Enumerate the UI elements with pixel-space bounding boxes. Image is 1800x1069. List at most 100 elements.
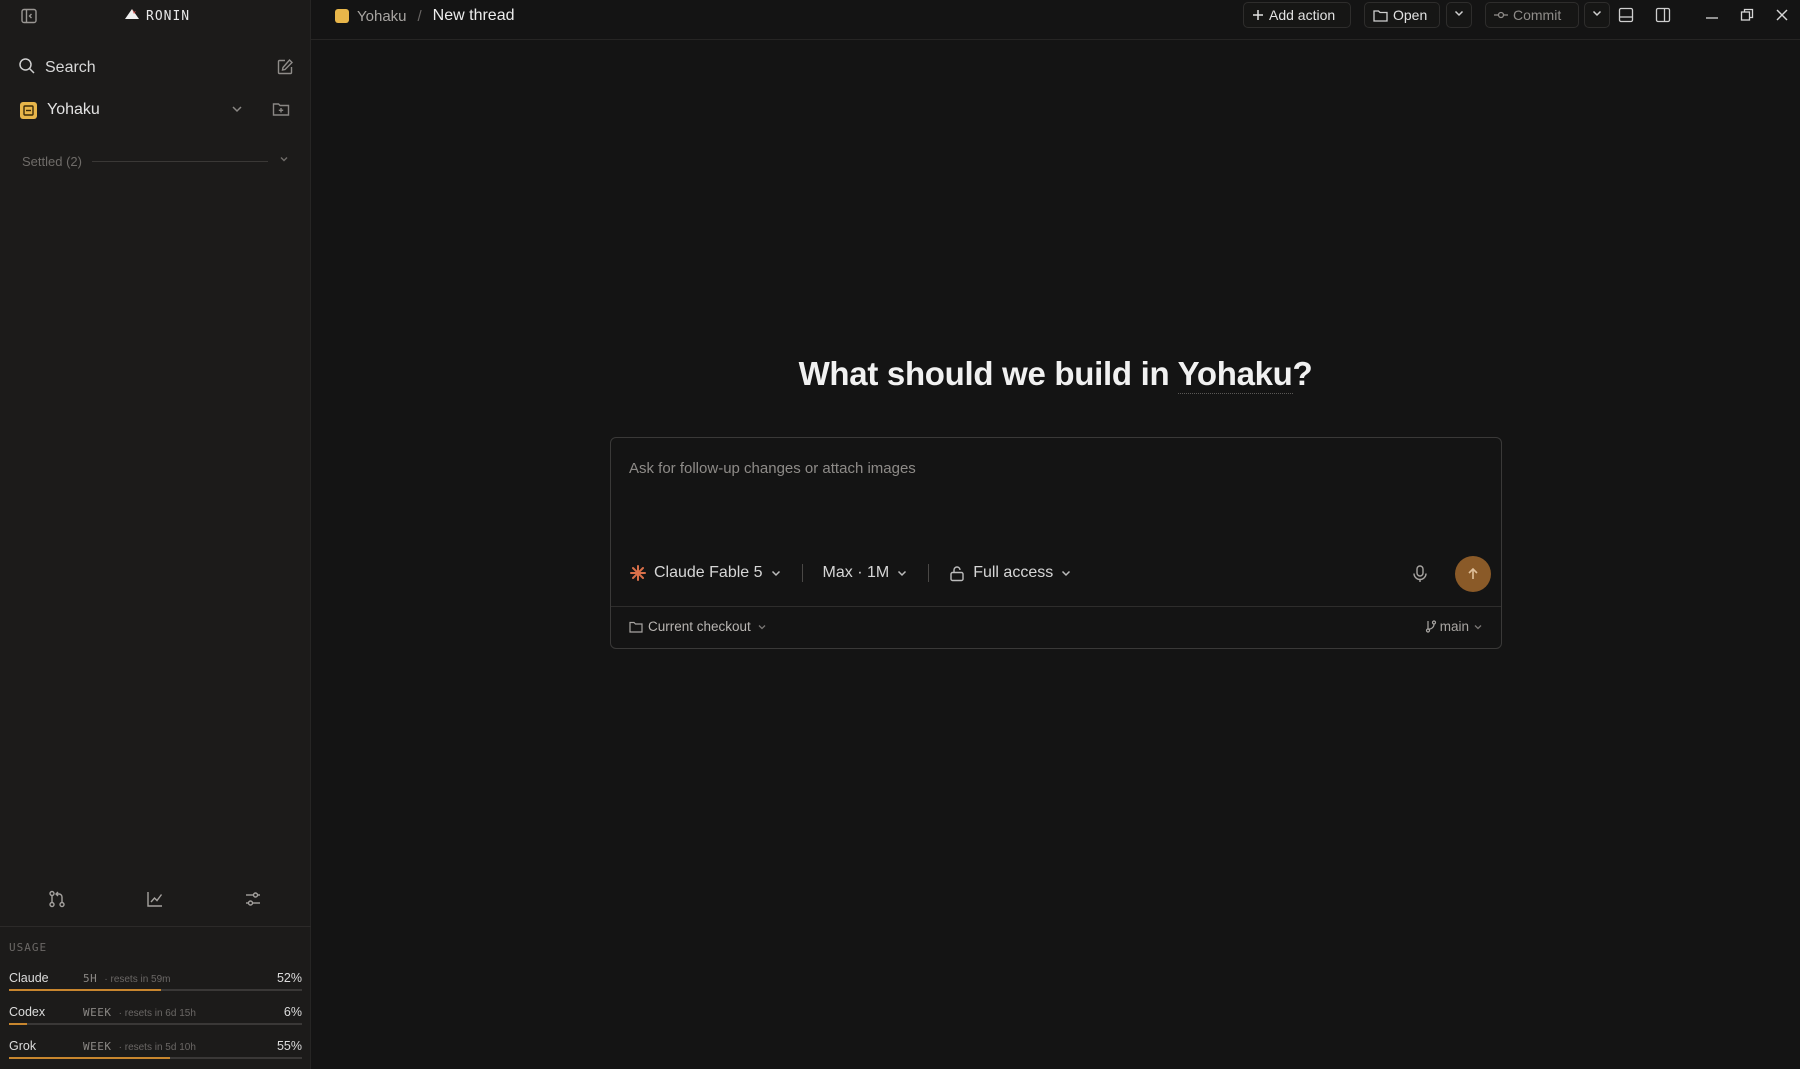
- access-label: Full access: [973, 564, 1054, 581]
- git-commit-icon: [1494, 10, 1508, 20]
- toggle-right-panel-icon[interactable]: [1654, 6, 1672, 24]
- checkout-label: Current checkout: [648, 619, 751, 634]
- sidebar-header: RONIN: [0, 0, 311, 32]
- composer-footer: Current checkout main: [611, 606, 1501, 649]
- git-pull-request-icon[interactable]: [47, 889, 67, 909]
- breadcrumb-project[interactable]: Yohaku: [357, 8, 407, 25]
- add-action-label: Add action: [1269, 7, 1336, 23]
- toggle-bottom-panel-icon[interactable]: [1617, 6, 1635, 24]
- usage-name: Grok: [9, 1039, 37, 1053]
- chevron-down-icon: [896, 567, 908, 579]
- usage-reset: · resets in 6d 15h: [118, 1008, 196, 1019]
- project-name: Yohaku: [47, 101, 100, 118]
- plus-icon: [1252, 9, 1264, 21]
- folder-icon: [1373, 9, 1388, 22]
- add-action-button[interactable]: Add action: [1243, 2, 1351, 28]
- model-label: Claude Fable 5: [654, 564, 763, 581]
- section-label: Settled (2): [22, 153, 82, 169]
- usage-window: WEEK · resets in 6d 15h: [83, 1006, 196, 1019]
- new-thread-icon[interactable]: [276, 58, 294, 76]
- close-icon[interactable]: [1773, 6, 1791, 24]
- chevron-down-icon: [278, 152, 290, 170]
- branch-label: main: [1439, 619, 1469, 634]
- usage-row-grok: Grok WEEK · resets in 5d 10h 55%: [9, 1035, 302, 1061]
- usage-reset: · resets in 5d 10h: [118, 1042, 196, 1053]
- branch-selector[interactable]: main: [1425, 619, 1483, 634]
- lock-open-icon: [949, 565, 965, 582]
- usage-panel: USAGE Claude 5H · resets in 59m 52% Code…: [0, 926, 311, 1069]
- chevron-down-icon[interactable]: [230, 102, 244, 121]
- prompt-input[interactable]: [629, 460, 1479, 500]
- brand: RONIN: [124, 6, 190, 26]
- heading-prefix: What should we build in: [798, 355, 1178, 392]
- project-badge-icon: [335, 9, 349, 23]
- open-label: Open: [1393, 7, 1428, 23]
- composer: Claude Fable 5 Max · 1M Full access: [610, 437, 1502, 649]
- project-badge-icon: [20, 101, 37, 119]
- chevron-down-icon: [1060, 567, 1072, 579]
- usage-window: 5H · resets in 59m: [83, 972, 171, 985]
- divider: [801, 564, 803, 582]
- chart-line-icon[interactable]: [145, 889, 165, 909]
- usage-bar: [9, 1023, 302, 1025]
- usage-percent: 55%: [276, 1039, 302, 1053]
- usage-title: USAGE: [9, 941, 48, 954]
- commit-label: Commit: [1513, 7, 1562, 23]
- search-icon: [18, 57, 36, 80]
- usage-bar-fill: [9, 989, 162, 991]
- checkout-selector[interactable]: Current checkout: [629, 619, 767, 634]
- usage-row-claude: Claude 5H · resets in 59m 52%: [9, 967, 302, 993]
- sliders-icon[interactable]: [243, 889, 263, 909]
- usage-percent: 52%: [276, 971, 302, 985]
- microphone-icon[interactable]: [1411, 564, 1429, 589]
- usage-bar-fill: [9, 1023, 27, 1025]
- commit-dropdown-button[interactable]: [1584, 2, 1610, 28]
- chevron-down-icon: [1453, 6, 1465, 24]
- composer-controls: Claude Fable 5 Max · 1M Full access: [629, 556, 1491, 592]
- sidebar-toggle-icon[interactable]: [20, 7, 38, 25]
- sidebar-search[interactable]: Search: [18, 56, 294, 80]
- usage-window: WEEK · resets in 5d 10h: [83, 1040, 196, 1053]
- brand-logo-icon: [124, 7, 140, 26]
- claude-sparkle-icon: [629, 564, 647, 582]
- new-folder-icon[interactable]: [272, 101, 290, 122]
- titlebar: Yohaku / New thread Add action Open Comm…: [311, 0, 1800, 40]
- usage-row-codex: Codex WEEK · resets in 6d 15h 6%: [9, 1001, 302, 1027]
- access-selector[interactable]: Full access: [949, 564, 1072, 582]
- chevron-down-icon: [1473, 622, 1483, 632]
- commit-button[interactable]: Commit: [1485, 2, 1579, 28]
- send-button[interactable]: [1455, 556, 1491, 592]
- settled-section[interactable]: Settled (2): [22, 152, 290, 170]
- effort-selector[interactable]: Max · 1M: [823, 564, 909, 582]
- open-dropdown-button[interactable]: [1446, 2, 1472, 28]
- breadcrumb: Yohaku / New thread: [335, 6, 515, 26]
- search-label: Search: [45, 59, 96, 76]
- usage-name: Codex: [9, 1005, 46, 1019]
- welcome-heading: What should we build in Yohaku?: [311, 355, 1800, 394]
- usage-name: Claude: [9, 971, 49, 985]
- open-button[interactable]: Open: [1364, 2, 1440, 28]
- chevron-down-icon: [770, 567, 782, 579]
- folder-icon: [629, 621, 643, 633]
- chevron-down-icon: [757, 622, 767, 632]
- sidebar: RONIN Search Yohaku Settled (2) USAGE Cl…: [0, 0, 311, 1069]
- heading-project[interactable]: Yohaku: [1177, 355, 1293, 394]
- brand-name: RONIN: [146, 8, 191, 24]
- effort-label: Max · 1M: [822, 564, 890, 581]
- git-branch-icon: [1425, 620, 1437, 633]
- model-selector[interactable]: Claude Fable 5: [629, 564, 782, 582]
- usage-bar: [9, 989, 302, 991]
- heading-suffix: ?: [1292, 355, 1313, 392]
- usage-bar: [9, 1057, 302, 1059]
- breadcrumb-separator: /: [417, 7, 422, 25]
- app-window: RONIN Search Yohaku Settled (2) USAGE Cl…: [0, 0, 1800, 1069]
- divider: [928, 564, 930, 582]
- usage-percent: 6%: [283, 1005, 302, 1019]
- minimize-icon[interactable]: [1703, 6, 1721, 24]
- usage-bar-fill: [9, 1057, 171, 1059]
- sidebar-project-yohaku[interactable]: Yohaku: [20, 98, 296, 122]
- section-divider: [91, 160, 268, 162]
- restore-icon[interactable]: [1738, 6, 1756, 24]
- page-title: New thread: [432, 7, 515, 24]
- sidebar-toolbar: [0, 884, 311, 914]
